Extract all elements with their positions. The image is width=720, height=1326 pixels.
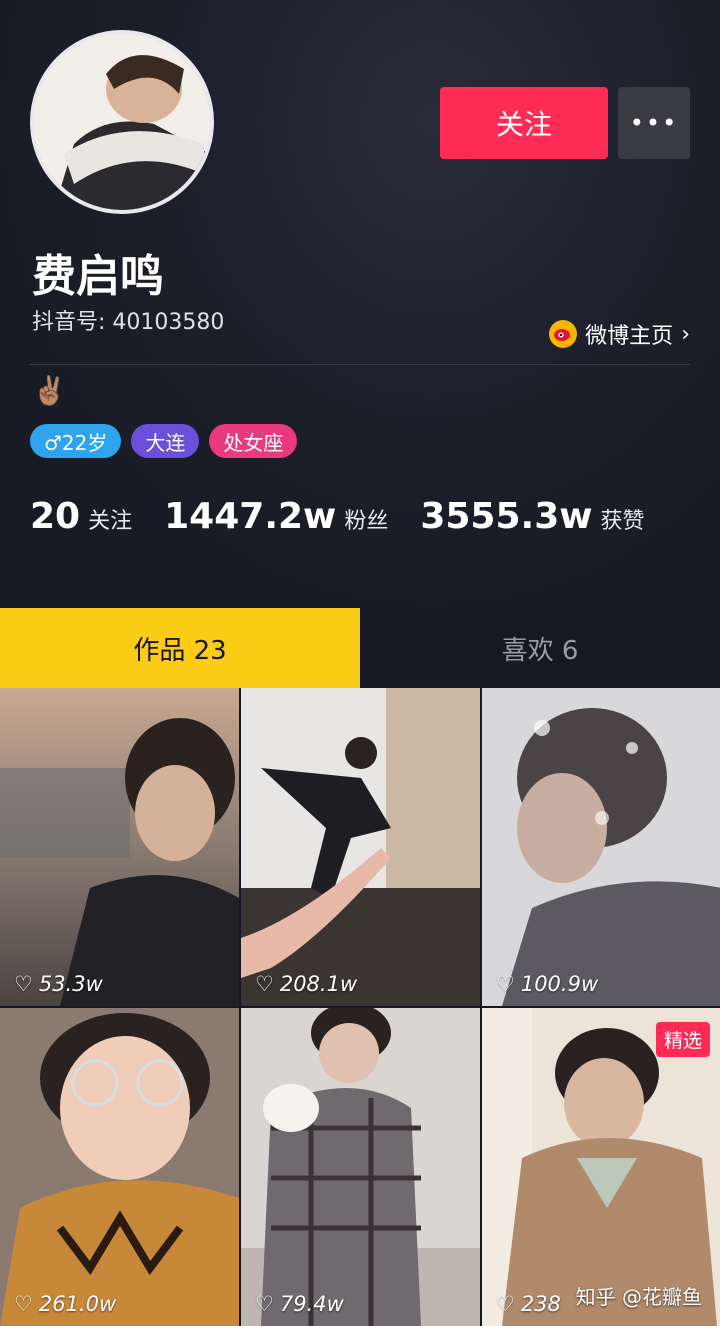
profile-header: 关注 ••• 费启鸣 抖音号: 40103580 微博主页 › ✌🏽 ♂22岁 … bbox=[0, 0, 720, 608]
stat-label: 关注 bbox=[88, 509, 133, 534]
video-thumbnail[interactable]: ♡ 53.3w bbox=[0, 688, 239, 1006]
likes-count: 100.9w bbox=[520, 972, 599, 996]
stat-value: 20 bbox=[30, 496, 81, 537]
video-likes: ♡ 100.9w bbox=[496, 972, 598, 996]
stat-value: 1447.2w bbox=[164, 496, 337, 537]
video-cover bbox=[241, 688, 480, 1006]
video-thumbnail[interactable]: ♡ 261.0w bbox=[0, 1008, 239, 1326]
bio: ✌🏽 bbox=[32, 374, 67, 407]
likes-count: 261.0w bbox=[38, 1292, 117, 1316]
profile-tabs: 作品 23 喜欢 6 bbox=[0, 608, 720, 688]
video-cover bbox=[241, 1008, 480, 1326]
likes-count: 79.4w bbox=[279, 1292, 344, 1316]
watermark: 知乎 @花瓣鱼 bbox=[575, 1285, 702, 1309]
video-thumbnail[interactable]: ♡ 79.4w bbox=[241, 1008, 480, 1326]
avatar[interactable] bbox=[30, 30, 214, 214]
stat-following[interactable]: 20 关注 bbox=[30, 496, 132, 537]
video-thumbnail[interactable]: ♡ 208.1w bbox=[241, 688, 480, 1006]
stats-row: 20 关注 1447.2w 粉丝 3555.3w 获赞 bbox=[30, 496, 677, 537]
profile-tags: ♂22岁 大连 处女座 bbox=[30, 424, 298, 458]
heart-icon: ♡ bbox=[255, 972, 274, 996]
likes-count: 208.1w bbox=[279, 972, 358, 996]
video-likes: ♡ 53.3w bbox=[14, 972, 103, 996]
weibo-label: 微博主页 bbox=[585, 324, 674, 349]
video-thumbnail[interactable]: ♡ 100.9w bbox=[482, 688, 720, 1006]
video-likes: ♡ 261.0w bbox=[14, 1292, 116, 1316]
video-cover bbox=[0, 1008, 239, 1326]
stat-likes: 3555.3w 获赞 bbox=[420, 496, 644, 537]
tag-zodiac[interactable]: 处女座 bbox=[209, 424, 298, 458]
heart-icon: ♡ bbox=[14, 1292, 33, 1316]
chevron-right-icon: › bbox=[681, 321, 690, 347]
video-likes: ♡ 208.1w bbox=[255, 972, 357, 996]
weibo-link[interactable]: 微博主页 › bbox=[549, 318, 690, 350]
heart-icon: ♡ bbox=[255, 1292, 274, 1316]
video-likes: ♡ 79.4w bbox=[255, 1292, 344, 1316]
video-grid: ♡ 53.3w ♡ 208.1w ♡ 100.9w ♡ 261.0w ♡ 79.… bbox=[0, 688, 720, 1326]
stat-label: 粉丝 bbox=[344, 509, 389, 534]
divider bbox=[30, 364, 690, 365]
weibo-icon bbox=[549, 320, 578, 348]
video-cover bbox=[482, 688, 720, 1006]
heart-icon: ♡ bbox=[496, 1292, 515, 1316]
tab-works[interactable]: 作品 23 bbox=[0, 608, 360, 688]
likes-count: 238 bbox=[520, 1292, 561, 1316]
likes-count: 53.3w bbox=[38, 972, 103, 996]
follow-button[interactable]: 关注 bbox=[440, 87, 608, 159]
video-thumbnail[interactable]: 精选 ♡ 238 知乎 @花瓣鱼 bbox=[482, 1008, 720, 1326]
heart-icon: ♡ bbox=[14, 972, 33, 996]
douyin-id: 抖音号: 40103580 bbox=[32, 310, 225, 335]
stat-value: 3555.3w bbox=[420, 496, 593, 537]
heart-icon: ♡ bbox=[496, 972, 515, 996]
stat-followers[interactable]: 1447.2w 粉丝 bbox=[164, 496, 388, 537]
stat-label: 获赞 bbox=[600, 509, 645, 534]
nickname: 费启鸣 bbox=[32, 251, 164, 302]
video-likes: ♡ 238 bbox=[496, 1292, 561, 1316]
tag-gender-age: ♂22岁 bbox=[30, 424, 122, 458]
video-cover bbox=[0, 688, 239, 1006]
tag-city[interactable]: 大连 bbox=[131, 424, 200, 458]
more-options-button[interactable]: ••• bbox=[618, 87, 690, 159]
tab-likes[interactable]: 喜欢 6 bbox=[360, 608, 720, 688]
featured-badge: 精选 bbox=[655, 1022, 710, 1057]
